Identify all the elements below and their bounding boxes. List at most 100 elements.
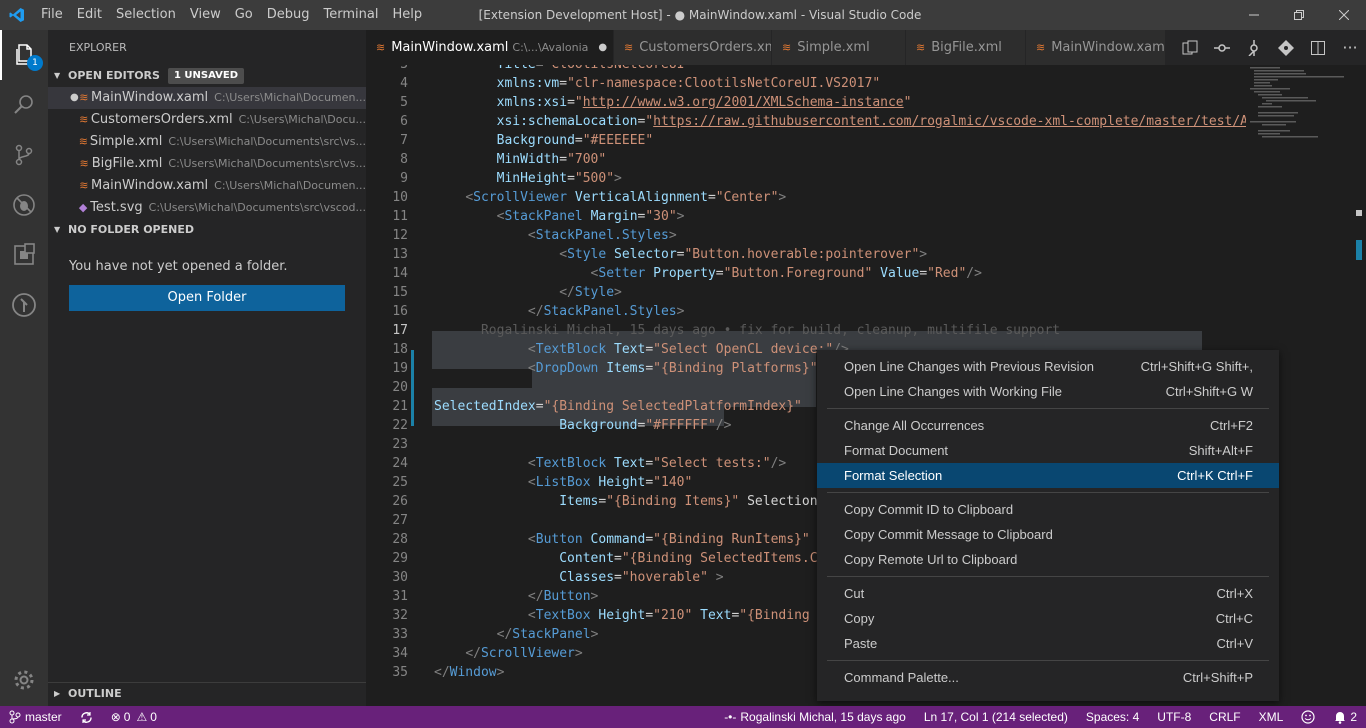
extensions-icon[interactable]	[0, 230, 48, 280]
line-number: 24	[392, 456, 408, 471]
menu-item-open-line-changes-with-working-file[interactable]: Open Line Changes with Working File Ctrl+…	[817, 379, 1279, 404]
line-number: 11	[392, 209, 408, 224]
restore-icon[interactable]	[1276, 0, 1321, 30]
line-code: Content="{Binding SelectedItems.Co	[559, 551, 826, 566]
open-changes-icon[interactable]	[1174, 30, 1206, 65]
code-line: 12 <StackPanel.Styles>	[366, 226, 1246, 245]
previous-revision-icon[interactable]	[1238, 30, 1270, 65]
split-editor-icon[interactable]	[1302, 30, 1334, 65]
line-code: xmlns:xsi="http://www.w3.org/2001/XMLSch…	[496, 95, 912, 110]
line-number: 19	[392, 361, 408, 376]
line-code: Title="ClootilsNetCoreUI"	[434, 65, 693, 74]
menu-item-label: Command Palette...	[844, 670, 959, 685]
feedback-smiley-icon[interactable]	[1292, 706, 1324, 728]
rss-file-icon: ≋	[1036, 41, 1046, 54]
git-compare-icon[interactable]	[1270, 30, 1302, 65]
open-editor-item[interactable]: ≋ MainWindow.xaml C:\Users\Michal\Documen.…	[48, 175, 366, 197]
open-editor-item[interactable]: ● ≋ MainWindow.xaml C:\Users\Michal\Documen…	[48, 87, 366, 109]
close-icon[interactable]	[1321, 0, 1366, 30]
sync-icon[interactable]	[71, 706, 102, 728]
open-editors-header[interactable]: ▼ OPEN EDITORS 1 UNSAVED	[48, 65, 366, 87]
open-editor-item[interactable]: ≋ CustomersOrders.xml C:\Users\Michal\Docu…	[48, 109, 366, 131]
notifications[interactable]: 2	[1324, 706, 1366, 728]
menu-view[interactable]: View	[183, 0, 228, 30]
no-folder-header[interactable]: ▼ NO FOLDER OPENED	[48, 219, 366, 241]
line-number: 21	[392, 399, 408, 414]
menu-debug[interactable]: Debug	[260, 0, 317, 30]
error-count: 0	[123, 710, 131, 724]
menu-go[interactable]: Go	[228, 0, 260, 30]
blame-status[interactable]: -•- Rogalinski Michal, 15 days ago	[715, 706, 915, 728]
line-code: <ListBox Height="140"	[527, 475, 693, 490]
settings-gear-icon[interactable]	[0, 655, 48, 705]
language-mode[interactable]: XML	[1250, 706, 1293, 728]
minimize-icon[interactable]	[1231, 0, 1276, 30]
tab-label: MainWindow.xaml	[391, 40, 509, 55]
line-code: <StackPanel Margin="30">	[496, 209, 685, 224]
open-editor-item[interactable]: ≋ Simple.xml C:\Users\Michal\Documents\src…	[48, 131, 366, 153]
search-icon[interactable]	[0, 80, 48, 130]
menu-item-open-line-changes-with-previous-revision[interactable]: Open Line Changes with Previous Revision…	[817, 354, 1279, 379]
tab-label: Simple.xml	[797, 40, 870, 55]
menu-item-format-document[interactable]: Format Document Shift+Alt+F	[817, 438, 1279, 463]
blame-text: Rogalinski Michal, 15 days ago	[740, 710, 906, 724]
toggle-blame-icon[interactable]	[1206, 30, 1238, 65]
rss-file-icon: ≋	[79, 179, 89, 192]
menu-item-copy-commit-message-to-clipboard[interactable]: Copy Commit Message to Clipboard	[817, 522, 1279, 547]
more-actions-icon[interactable]: ···	[1334, 30, 1366, 65]
branch-status[interactable]: master	[0, 706, 71, 728]
cursor-position[interactable]: Ln 17, Col 1 (214 selected)	[915, 706, 1077, 728]
code-line: 13 <Style Selector="Button.hoverable:poi…	[366, 245, 1246, 264]
menu-edit[interactable]: Edit	[70, 0, 109, 30]
code-line: 3 Title="ClootilsNetCoreUI"	[366, 65, 1246, 74]
line-code: </StackPanel.Styles>	[527, 304, 685, 319]
editor-tab[interactable]: ≋ CustomersOrders.xml	[614, 30, 772, 65]
editor-tab[interactable]: ≋ BigFile.xml	[906, 30, 1026, 65]
encoding[interactable]: UTF-8	[1148, 706, 1200, 728]
git-history-icon[interactable]	[0, 280, 48, 330]
line-code: Items="{Binding Items}" SelectionM	[559, 494, 826, 509]
line-code: <StackPanel.Styles>	[527, 228, 677, 243]
open-editor-item[interactable]: ≋ BigFile.xml C:\Users\Michal\Documents\sr…	[48, 153, 366, 175]
line-number: 8	[400, 152, 408, 167]
editor-tab[interactable]: ≋ MainWindow.xaml C:\...\Avalonia ●	[366, 30, 614, 65]
dirty-indicator-icon[interactable]: ●	[598, 42, 607, 53]
file-name: MainWindow.xaml	[90, 90, 209, 105]
rss-file-icon: ≋	[79, 157, 89, 170]
indentation[interactable]: Spaces: 4	[1077, 706, 1148, 728]
warning-icon: ⚠	[136, 710, 148, 724]
editor-tab[interactable]: ≋ Simple.xml	[772, 30, 906, 65]
menu-item-copy-commit-id-to-clipboard[interactable]: Copy Commit ID to Clipboard	[817, 497, 1279, 522]
menu-file[interactable]: File	[34, 0, 70, 30]
outline-header[interactable]: ▶ OUTLINE	[48, 682, 366, 705]
line-number: 34	[392, 646, 408, 661]
menu-terminal[interactable]: Terminal	[317, 0, 386, 30]
open-editor-item[interactable]: ◆ Test.svg C:\Users\Michal\Documents\src\v…	[48, 197, 366, 219]
menu-item-copy[interactable]: Copy Ctrl+C	[817, 606, 1279, 631]
problems-status[interactable]: ⊗ 0 ⚠ 0	[102, 706, 166, 728]
rss-file-icon: ≋	[782, 41, 792, 54]
menu-item-label: Copy Commit ID to Clipboard	[844, 502, 1014, 517]
rss-file-icon: ≋	[376, 41, 386, 54]
code-line: 16 </StackPanel.Styles>	[366, 302, 1246, 321]
menu-item-format-selection[interactable]: Format Selection Ctrl+K Ctrl+F	[817, 463, 1279, 488]
menu-item-change-all-occurrences[interactable]: Change All Occurrences Ctrl+F2	[817, 413, 1279, 438]
debug-icon[interactable]	[0, 180, 48, 230]
menu-item-cut[interactable]: Cut Ctrl+X	[817, 581, 1279, 606]
vertical-scrollbar[interactable]	[1352, 65, 1366, 706]
line-number: 7	[400, 133, 408, 148]
explorer-icon[interactable]: 1	[0, 30, 48, 80]
line-code: MinWidth="700"	[496, 152, 607, 167]
source-control-icon[interactable]	[0, 130, 48, 180]
menu-selection[interactable]: Selection	[109, 0, 183, 30]
chevron-down-icon: ▼	[54, 71, 61, 80]
open-folder-button[interactable]: Open Folder	[69, 285, 345, 311]
menu-item-copy-remote-url-to-clipboard[interactable]: Copy Remote Url to Clipboard	[817, 547, 1279, 572]
tab-label: MainWindow.xaml	[1051, 40, 1166, 55]
line-ending[interactable]: CRLF	[1200, 706, 1249, 728]
line-code: </ScrollViewer>	[465, 646, 583, 661]
menu-item-command-palette[interactable]: Command Palette... Ctrl+Shift+P	[817, 665, 1279, 690]
editor-tab[interactable]: ≋MainWindow.xamlC:\...	[1026, 30, 1166, 65]
code-line: 7 Background="#EEEEEE"	[366, 131, 1246, 150]
menu-item-paste[interactable]: Paste Ctrl+V	[817, 631, 1279, 656]
